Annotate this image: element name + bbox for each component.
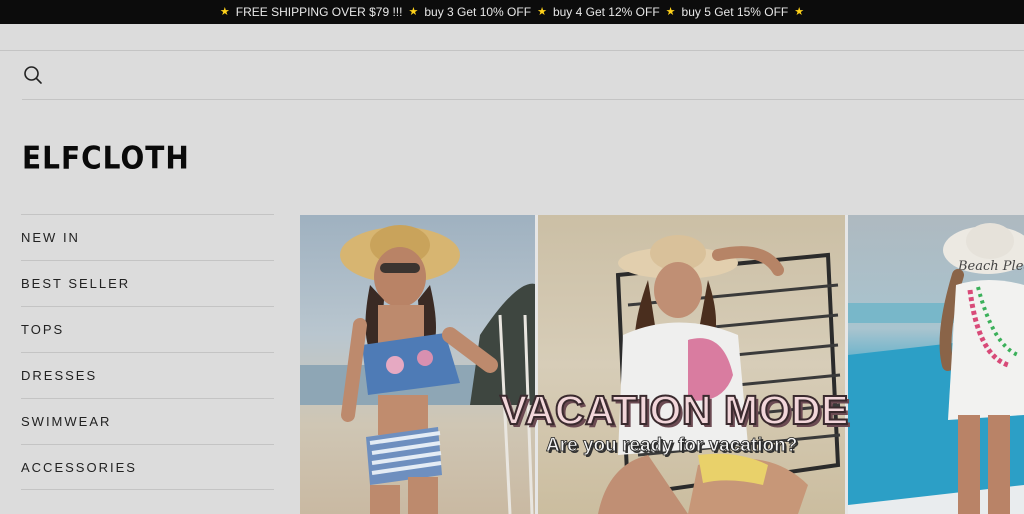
announcement-text-2: buy 3 Get 10% OFF [424, 5, 532, 19]
nav-item-accessories[interactable]: ACCESSORIES [21, 444, 274, 490]
hero-photo-center-art [598, 235, 841, 514]
star-icon: ★ [794, 6, 805, 18]
star-icon: ★ [665, 6, 676, 18]
nav-item-label: DRESSES [21, 368, 98, 383]
site-logo[interactable]: ELFCLOTH [22, 140, 190, 176]
main-nav: NEW IN BEST SELLER TOPS DRESSES SWIMWEAR… [21, 214, 274, 490]
hero-subtitle: Are you ready for vacation? [546, 435, 798, 457]
star-icon: ★ [537, 6, 547, 18]
hero-title: VACATION MODE [499, 386, 849, 434]
nav-item-new-in[interactable]: NEW IN [21, 214, 274, 260]
search-button[interactable] [22, 64, 44, 86]
nav-item-dresses[interactable]: DRESSES [21, 352, 274, 398]
hero-photo-left-art [300, 225, 538, 514]
announcement-text-4: buy 5 Get 15% OFF [681, 5, 789, 19]
hero-photo-right-art: Beach Plea [848, 223, 1024, 514]
star-icon: ★ [219, 6, 230, 18]
announcement-text-1: FREE SHIPPING OVER $79 !!! [235, 5, 403, 19]
nav-item-label: NEW IN [21, 230, 80, 245]
hero-photo-right: Beach Plea [848, 215, 1024, 514]
nav-item-label: BEST SELLER [21, 276, 131, 291]
announcement-text-3: buy 4 Get 12% OFF [552, 5, 660, 19]
nav-item-label: ACCESSORIES [21, 459, 137, 475]
hero-banner[interactable]: Beach Plea VACATION MODE Are you ready f… [300, 215, 1024, 514]
nav-item-label: SWIMWEAR [21, 414, 112, 429]
search-divider [22, 99, 1024, 100]
nav-item-swimwear[interactable]: SWIMWEAR [21, 398, 274, 444]
announcement-bar: ★ FREE SHIPPING OVER $79 !!! ★ buy 3 Get… [0, 0, 1024, 24]
hero-photo-left [300, 215, 538, 514]
star-icon: ★ [408, 6, 419, 18]
search-icon [24, 66, 42, 84]
hat-print-text: Beach Plea [957, 259, 1024, 274]
nav-item-tops[interactable]: TOPS [21, 306, 274, 352]
nav-item-label: TOPS [21, 322, 65, 337]
header-divider [0, 50, 1024, 51]
nav-item-best-seller[interactable]: BEST SELLER [21, 260, 274, 306]
hero-photo-center [538, 215, 848, 514]
